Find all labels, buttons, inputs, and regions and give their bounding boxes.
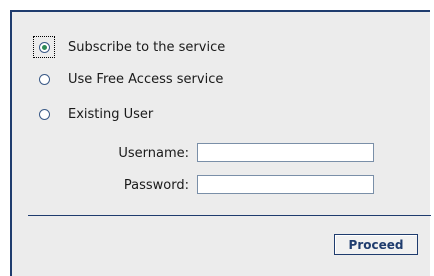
section-divider — [28, 215, 431, 216]
radio-focus-ring — [34, 104, 54, 124]
password-label: Password: — [123, 178, 189, 193]
subscription-panel: Subscribe to the service Use Free Access… — [10, 10, 431, 276]
free-access-label: Use Free Access service — [68, 71, 224, 87]
proceed-button[interactable]: Proceed — [334, 234, 418, 255]
radio-focus-ring — [34, 69, 54, 89]
free-access-radio[interactable] — [38, 73, 50, 85]
radio-focus-ring — [33, 36, 55, 58]
radio-selected-dot — [41, 44, 47, 50]
username-label: Username: — [118, 146, 189, 161]
password-input[interactable] — [197, 175, 374, 194]
username-input[interactable] — [197, 143, 374, 162]
option-existing-user[interactable]: Existing User — [34, 103, 153, 125]
option-free-access[interactable]: Use Free Access service — [34, 68, 223, 90]
subscribe-radio[interactable] — [38, 41, 50, 53]
existing-user-label: Existing User — [68, 106, 154, 122]
subscribe-label: Subscribe to the service — [68, 39, 226, 55]
existing-user-radio[interactable] — [38, 108, 50, 120]
option-subscribe[interactable]: Subscribe to the service — [33, 36, 226, 58]
